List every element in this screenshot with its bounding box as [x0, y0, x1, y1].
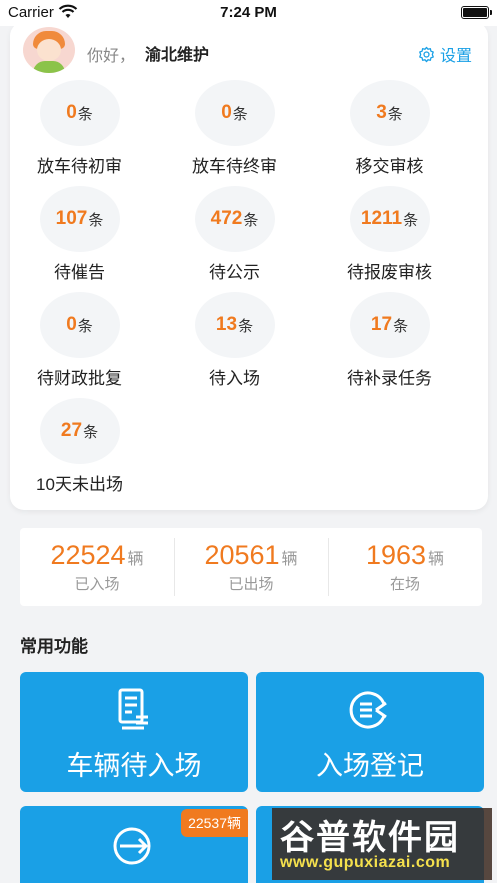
stat-bubble: 1211 条	[349, 186, 430, 252]
stat-bubble: 472 条	[194, 186, 275, 252]
stat-unit: 条	[88, 211, 104, 229]
summary-label: 已入场	[74, 576, 120, 593]
stat-value: 0	[66, 314, 77, 335]
summary-value: 20561	[204, 540, 280, 570]
stat-label: 10天未出场	[36, 475, 123, 494]
watermark-logo: 谷普软件园 www.gupuxiazai.com	[272, 808, 492, 880]
overview-card: 你好， 渝北维护 设置 0条 放车待初审 0条 放车待终审 3条 移交审核 10…	[10, 22, 488, 510]
stat-item-pending-entry[interactable]: 13 条 待入场	[157, 292, 312, 389]
summary-exited[interactable]: 20561 辆 已出场	[174, 528, 328, 606]
stat-item-not-exited-10-days[interactable]: 27 条 10天未出场	[2, 398, 157, 495]
summary-unit: 辆	[127, 551, 144, 568]
register-circle-icon	[349, 691, 387, 729]
exit-arrow-icon	[113, 827, 151, 865]
stat-label: 待入场	[209, 369, 260, 388]
stat-label: 放车待终审	[192, 157, 277, 176]
stat-value: 0	[66, 102, 77, 123]
stat-label: 待补录任务	[347, 369, 432, 388]
stat-unit: 条	[243, 211, 259, 229]
stat-item-transfer-review[interactable]: 3条 移交审核	[312, 80, 467, 177]
stat-unit: 条	[83, 423, 99, 441]
entry-registration-button[interactable]: 入场登记	[256, 672, 484, 792]
stat-value: 27	[60, 420, 83, 441]
stat-item-supplement-tasks[interactable]: 17 条 待补录任务	[312, 292, 467, 389]
vehicle-summary: 22524 辆 已入场 20561 辆 已出场 1963 辆 在场	[20, 528, 482, 606]
stat-label: 待公示	[209, 263, 260, 282]
stat-label: 放车待初审	[37, 157, 122, 176]
stat-value: 3	[376, 102, 387, 123]
stat-unit: 条	[77, 105, 93, 123]
vehicle-count-badge: 22537辆	[181, 809, 248, 837]
summary-label: 在场	[389, 576, 420, 593]
summary-unit: 辆	[281, 551, 298, 568]
summary-value: 1963	[365, 540, 427, 570]
stat-unit: 条	[387, 105, 403, 123]
tile-label: 车辆待入场	[66, 751, 202, 781]
summary-unit: 辆	[428, 551, 445, 568]
stat-bubble: 17 条	[349, 292, 430, 358]
stat-value: 17	[370, 314, 393, 335]
stat-bubble: 3条	[349, 80, 430, 146]
status-time: 7:24 PM	[220, 4, 277, 21]
stat-unit: 条	[77, 317, 93, 335]
status-bar: Carrier 7:24 PM	[0, 0, 497, 26]
battery-icon	[461, 6, 492, 19]
stat-value: 1211	[360, 208, 403, 229]
stat-item-initial-review[interactable]: 0条 放车待初审	[2, 80, 157, 177]
stat-item-pending-publicity[interactable]: 472 条 待公示	[157, 186, 312, 283]
stat-item-finance-approval[interactable]: 0条 待财政批复	[2, 292, 157, 389]
stat-unit: 条	[393, 317, 409, 335]
summary-entered[interactable]: 22524 辆 已入场	[20, 528, 174, 606]
stat-item-final-review[interactable]: 0条 放车待终审	[157, 80, 312, 177]
stat-item-scrap-review[interactable]: 1211 条 待报废审核	[312, 186, 467, 283]
stat-unit: 条	[232, 105, 248, 123]
summary-on-site[interactable]: 1963 辆 在场	[328, 528, 482, 606]
watermark-url: www.gupuxiazai.com	[280, 854, 451, 871]
stat-bubble: 27 条	[39, 398, 120, 464]
avatar[interactable]	[23, 27, 75, 73]
stat-unit: 条	[238, 317, 254, 335]
document-list-icon	[118, 688, 148, 730]
watermark-title: 谷普软件园	[280, 819, 460, 857]
stat-label: 待财政批复	[37, 369, 122, 388]
stat-value: 472	[210, 208, 243, 229]
gear-icon	[419, 46, 434, 62]
summary-value: 22524	[50, 540, 126, 570]
settings-label: 设置	[439, 48, 472, 65]
stat-bubble: 0条	[39, 80, 120, 146]
stat-value: 0	[221, 102, 232, 123]
stat-value: 13	[215, 314, 238, 335]
stat-value: 107	[55, 208, 88, 229]
summary-label: 已出场	[228, 576, 274, 593]
settings-button[interactable]: 设置	[418, 42, 472, 66]
stat-bubble: 0条	[194, 80, 275, 146]
tile-label: 入场登记	[316, 751, 424, 781]
greeting-text: 你好，	[87, 48, 136, 65]
stat-item-pending-notice[interactable]: 107 条 待催告	[2, 186, 157, 283]
section-title-common-functions: 常用功能	[20, 637, 88, 656]
stat-unit: 条	[403, 211, 419, 229]
stat-bubble: 13 条	[194, 292, 275, 358]
username: 渝北维护	[145, 47, 210, 64]
stat-label: 移交审核	[355, 157, 424, 176]
vehicles-pending-entry-button[interactable]: 车辆待入场	[20, 672, 248, 792]
stat-bubble: 107 条	[39, 186, 120, 252]
stat-label: 待报废审核	[347, 263, 432, 282]
vehicle-exit-button[interactable]: 22537辆	[20, 806, 248, 883]
stat-label: 待催告	[54, 263, 105, 282]
stat-bubble: 0条	[39, 292, 120, 358]
